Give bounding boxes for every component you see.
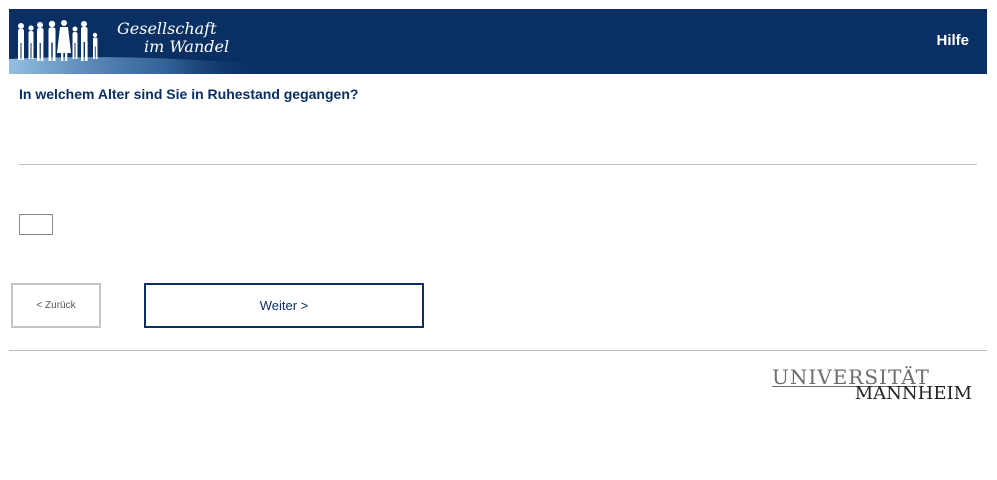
age-input[interactable] [19,214,53,235]
header-banner: Gesellschaft im Wandel Hilfe [9,9,987,74]
university-logo: UNIVERSITÄT MANNHEIM [772,366,974,404]
next-button[interactable]: Weiter > [144,283,424,328]
question-divider [19,164,977,165]
question-text: In welchem Alter sind Sie in Ruhestand g… [19,86,359,102]
footer-divider [9,350,987,351]
logo-wordmark: Gesellschaft im Wandel [117,20,229,56]
logo-line-2: im Wandel [144,37,230,56]
logo-line-1: Gesellschaft [117,19,217,38]
back-button[interactable]: < Zurück [11,283,101,328]
university-logo-line-2: MANNHEIM [854,383,972,404]
help-link[interactable]: Hilfe [936,32,969,49]
